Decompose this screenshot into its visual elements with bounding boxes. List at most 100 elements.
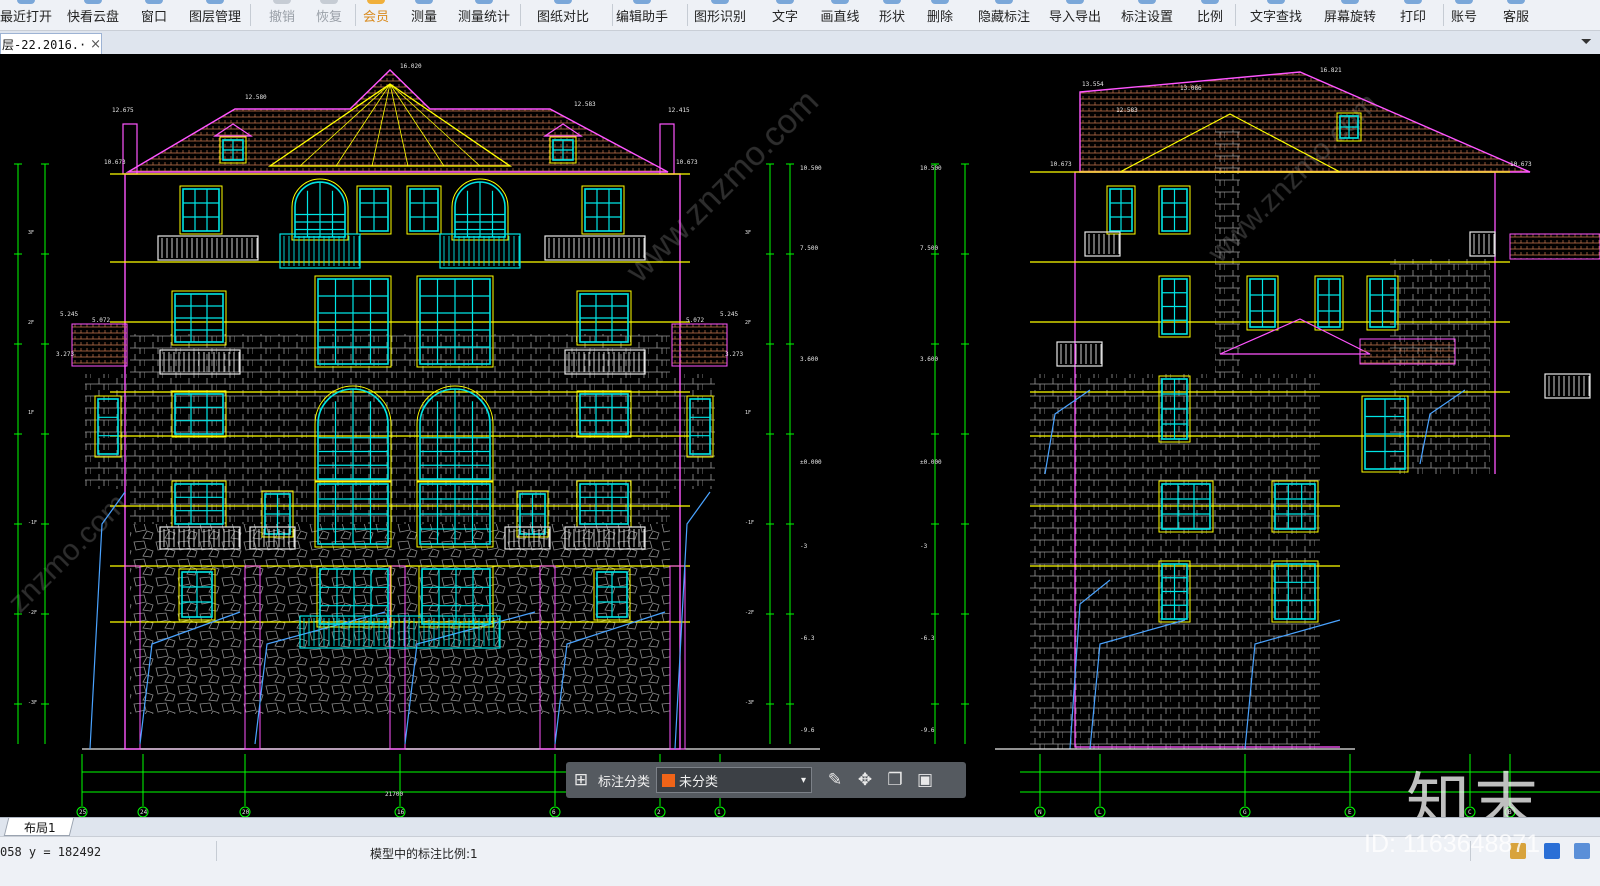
toolbar-button-label: 文字	[772, 10, 799, 25]
elevation-label: -3	[920, 543, 928, 550]
floor-label: -3F	[28, 700, 37, 706]
toolbar-icon	[1507, 0, 1525, 4]
copy-icon[interactable]: ❐	[880, 765, 910, 795]
toolbar-button-label: 文字查找	[1250, 10, 1303, 25]
toolbar-button-5[interactable]: 撤销	[269, 0, 295, 30]
toolbar-button-21[interactable]: 文字查找	[1250, 0, 1302, 30]
document-tab-bar: 层-22.2016.· × ⏷	[0, 31, 1600, 55]
floor-label: 1F	[745, 410, 751, 416]
right-wing-stone	[670, 374, 715, 489]
side-entry-canopy	[1359, 338, 1456, 365]
toolbar-divider	[355, 4, 356, 26]
toolbar-icon	[1201, 0, 1219, 4]
toolbar-icon	[145, 0, 163, 4]
status-divider	[216, 841, 217, 861]
floor-label: 3F	[28, 230, 34, 236]
toolbar-button-label: 撤销	[269, 10, 296, 25]
toolbar-button-11[interactable]: 编辑助手	[616, 0, 668, 30]
window-frame	[179, 185, 223, 235]
floor-label: 2F	[28, 320, 34, 326]
elevation-label: 16.821	[1320, 67, 1342, 74]
toolbar-button-17[interactable]: 隐藏标注	[978, 0, 1030, 30]
toolbar-icon	[84, 0, 102, 4]
toolbar-button-24[interactable]: 账号	[1451, 0, 1477, 30]
status-bar: 058 y = 182492 模型中的标注比例:1	[0, 836, 1600, 886]
grid-icon[interactable]: ⊞	[566, 765, 596, 795]
toolbar-icon	[1138, 0, 1156, 4]
elevation-label: 10.673	[1510, 161, 1532, 168]
document-tab-title: 层-22.2016.·	[2, 37, 87, 52]
side-entry-roof	[1219, 318, 1371, 355]
side-void	[1340, 474, 1520, 754]
toolbar-button-16[interactable]: 删除	[927, 0, 953, 30]
dimension-value: 21700	[385, 791, 403, 798]
view-mode-icon[interactable]	[1574, 843, 1590, 859]
toolbar-button-18[interactable]: 导入导出	[1049, 0, 1101, 30]
toolbar-icon	[320, 0, 338, 4]
toolbar-button-13[interactable]: 文字	[772, 0, 798, 30]
toolbar-button-1[interactable]: 最近打开	[0, 0, 52, 30]
toolbar-icon	[633, 0, 651, 4]
toolbar-icon	[831, 0, 849, 4]
document-tab[interactable]: 层-22.2016.· ×	[0, 33, 102, 54]
toolbar-button-20[interactable]: 比例	[1197, 0, 1223, 30]
balcony	[1056, 341, 1103, 367]
toolbar-button-12[interactable]: 图形识别	[694, 0, 746, 30]
toolbar-button-25[interactable]: 客服	[1503, 0, 1529, 30]
toolbar-icon	[931, 0, 949, 4]
close-icon[interactable]: ×	[90, 37, 101, 52]
left-wing-roof	[71, 323, 128, 367]
toolbar-button-6[interactable]: 恢复	[316, 0, 342, 30]
toolbar-button-label: 导入导出	[1049, 10, 1102, 25]
toolbar-button-19[interactable]: 标注设置	[1121, 0, 1173, 30]
annotation-classify-bar: ⊞ 标注分类 未分类 ▾ ✎ ✥ ❐ ▣	[566, 762, 966, 798]
left-wing-stone	[85, 374, 130, 489]
toolbar-button-22[interactable]: 屏幕旋转	[1324, 0, 1376, 30]
move-icon[interactable]: ✥	[850, 765, 880, 795]
toolbar-icon	[17, 0, 35, 4]
axis-label: N	[1038, 809, 1042, 816]
floor-label: 2F	[745, 320, 751, 326]
toolbar-button-label: 测量	[411, 10, 438, 25]
annotation-scale-text: 模型中的标注比例:1	[370, 847, 478, 861]
elevation-label: -6.3	[920, 635, 935, 642]
drawing-canvas[interactable]: www.znzmo.com www.znzmo.com znzmo.com 16…	[0, 54, 1600, 817]
axis-label: 25	[79, 809, 87, 816]
cursor-coordinates: 058 y = 182492	[0, 845, 102, 859]
window-frame	[581, 185, 625, 235]
toolbar-button-14[interactable]: 画直线	[821, 0, 860, 30]
toolbar-button-10[interactable]: 图纸对比	[537, 0, 589, 30]
edit-icon[interactable]: ✎	[820, 765, 850, 795]
toolbar-button-label: 测量统计	[458, 10, 511, 25]
toolbar-button-label: 窗口	[141, 10, 168, 25]
toolbar-button-label: 形状	[879, 10, 906, 25]
category-color-swatch	[662, 773, 676, 787]
toolbar-button-7[interactable]: 会员	[363, 0, 389, 30]
chimney-stack	[1215, 129, 1240, 749]
front-elevation	[14, 69, 820, 806]
elevation-label: 3.600	[920, 356, 938, 363]
toolbar-button-9[interactable]: 测量统计	[458, 0, 510, 30]
toolbar-icon	[206, 0, 224, 4]
toolbar-button-15[interactable]: 形状	[879, 0, 905, 30]
toolbar-button-23[interactable]: 打印	[1400, 0, 1426, 30]
floor-label: -3F	[745, 700, 754, 706]
elevation-label: -9.6	[920, 727, 935, 734]
toolbar-icon	[711, 0, 729, 4]
toolbar-button-8[interactable]: 测量	[411, 0, 437, 30]
toolbar-button-label: 客服	[1503, 10, 1530, 25]
model-mode-icon[interactable]	[1544, 843, 1560, 859]
basement-rubble	[130, 524, 670, 714]
paste-icon[interactable]: ▣	[910, 765, 940, 795]
floor-label: -1F	[28, 520, 37, 526]
elevation-label: ±0.000	[920, 459, 942, 466]
toolbar-button-2[interactable]: 快看云盘	[67, 0, 119, 30]
toolbar-button-label: 图纸对比	[537, 10, 590, 25]
tab-list-dropdown-icon[interactable]: ⏷	[1581, 34, 1592, 50]
annotation-category-select[interactable]: 未分类 ▾	[656, 767, 813, 793]
toolbar-button-4[interactable]: 图层管理	[189, 0, 241, 30]
axis-label: 2	[657, 809, 661, 816]
elevation-label: 5.245	[720, 311, 738, 318]
toolbar-button-3[interactable]: 窗口	[141, 0, 167, 30]
toolbar-button-label: 最近打开	[0, 10, 53, 25]
